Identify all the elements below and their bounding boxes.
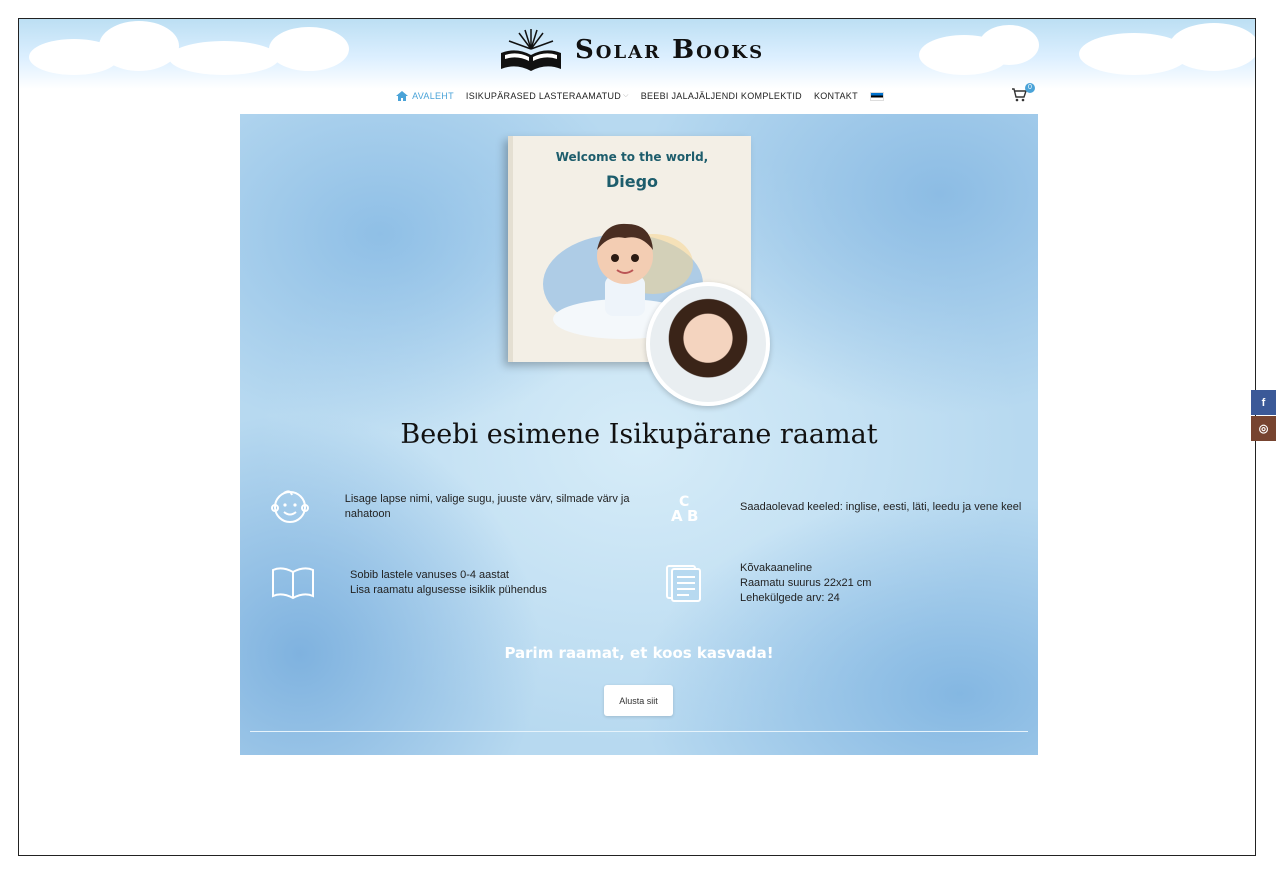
- nav-item-contact-label: KONTAKT: [813, 91, 858, 101]
- brand-logo[interactable]: Solar Books: [499, 27, 764, 73]
- feature-specs: Kõvakaaneline Raamatu suurus 22x21 cm Le…: [656, 560, 1036, 606]
- baby-face-icon: [271, 490, 310, 523]
- hero-tagline: Parim raamat, et koos kasvada!: [504, 644, 774, 662]
- svg-text:B: B: [687, 507, 698, 525]
- instagram-icon: ◎: [1258, 423, 1269, 435]
- feature-specs-text: Kõvakaaneline Raamatu suurus 22x21 cm Le…: [740, 561, 871, 606]
- abc-icon: ACB: [671, 494, 698, 525]
- home-icon: [396, 91, 409, 101]
- facebook-icon: f: [1261, 396, 1266, 409]
- start-button[interactable]: Alusta siit: [604, 685, 673, 716]
- feature-specs-line2: Raamatu suurus 22x21 cm: [740, 576, 872, 589]
- book-cover-line2: Diego: [605, 172, 659, 191]
- feature-age: Sobib lastele vanuses 0-4 aastat Lisa ra…: [266, 560, 646, 606]
- nav-item-personalized-books[interactable]: ISIKUPÄRASED LASTERAAMATUD ⌵: [466, 91, 629, 101]
- open-book-sunburst-icon: [501, 29, 561, 71]
- baby-photo: [646, 282, 770, 406]
- feature-specs-line3: Lehekülgede arv: 24: [740, 591, 840, 604]
- feature-languages: ACB Saadaolevad keeled: inglise, eesti, …: [656, 484, 1036, 530]
- main-navigation: AVALEHT ISIKUPÄRASED LASTERAAMATUD ⌵ BEE…: [19, 87, 1255, 105]
- divider: [250, 731, 1028, 732]
- nav-item-contact[interactable]: KONTAKT: [814, 91, 858, 101]
- nav-item-footprint-kits[interactable]: BEEBI JALAJÄLJENDI KOMPLEKTID: [641, 91, 802, 101]
- feature-age-line1: Sobib lastele vanuses 0-4 aastat: [350, 569, 509, 581]
- nav-item-home-label: AVALEHT: [412, 91, 454, 101]
- feature-personalize-text: Lisage lapse nimi, valige sugu, juuste v…: [344, 493, 630, 520]
- book-cover-line1: Welcome to the world,: [555, 150, 709, 164]
- brand-name: Solar Books: [575, 35, 765, 65]
- document-icon: [666, 565, 701, 602]
- feature-personalize: Lisage lapse nimi, valige sugu, juuste v…: [266, 484, 646, 530]
- cart-button[interactable]: 0: [1011, 83, 1035, 105]
- nav-item-home[interactable]: AVALEHT: [396, 91, 454, 101]
- feature-specs-line1: Kõvakaaneline: [740, 561, 813, 574]
- estonia-flag-icon[interactable]: [869, 91, 884, 101]
- open-book-icon: [272, 567, 314, 600]
- instagram-button[interactable]: ◎: [1251, 416, 1276, 441]
- hero-section: Welcome to the world, Diego Beebi esimen…: [240, 114, 1038, 755]
- feature-age-line2: Lisa raamatu algusesse isiklik pühendus: [350, 584, 547, 596]
- cart-count-badge: 0: [1025, 83, 1035, 93]
- feature-languages-text: Saadaolevad keeled: inglise, eesti, läti…: [740, 500, 1022, 513]
- page-frame: Solar Books AVALEHT ISIKUPÄRASED LASTERA…: [18, 18, 1256, 856]
- nav-item-personalized-books-label: ISIKUPÄRASED LASTERAAMATUD: [465, 91, 622, 101]
- chevron-down-icon: ⌵: [623, 92, 629, 99]
- facebook-button[interactable]: f: [1251, 390, 1276, 415]
- nav-item-footprint-kits-label: BEEBI JALAJÄLJENDI KOMPLEKTID: [640, 91, 802, 101]
- hero-title: Beebi esimene Isikupärane raamat: [400, 419, 878, 450]
- feature-age-text: Sobib lastele vanuses 0-4 aastat Lisa ra…: [350, 568, 547, 598]
